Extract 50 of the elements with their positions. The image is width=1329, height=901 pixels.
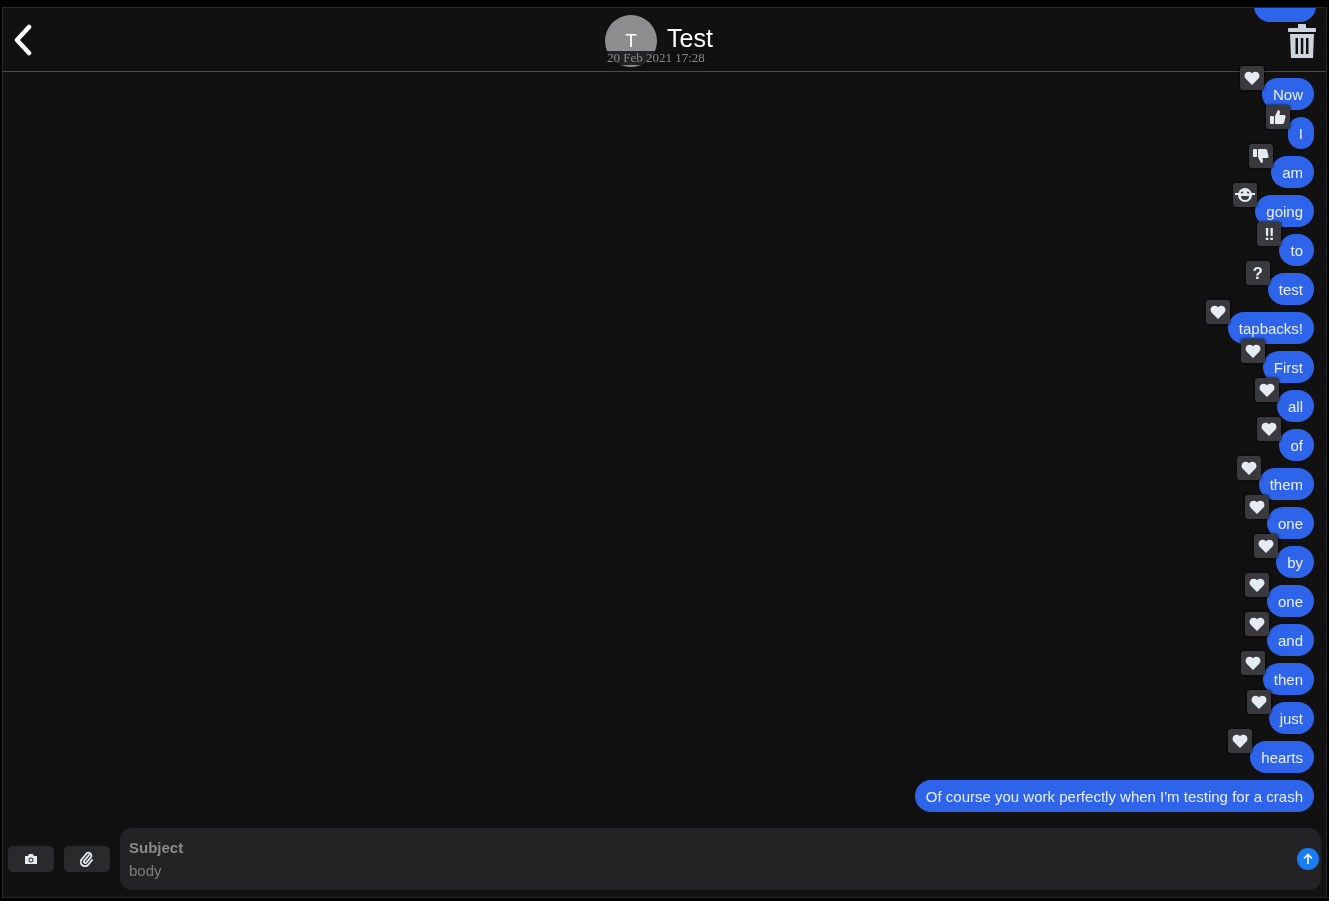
heart-icon [1244, 344, 1261, 358]
message-text: to [1290, 241, 1303, 259]
message-field[interactable]: Subject body [120, 828, 1321, 890]
send-button[interactable] [1297, 848, 1319, 870]
chevron-left-icon [12, 23, 34, 56]
message-text: Now [1273, 85, 1303, 103]
delete-button[interactable] [1288, 23, 1316, 58]
message-text: then [1273, 670, 1303, 688]
heart-icon [1248, 578, 1265, 592]
message-text: one [1277, 514, 1303, 532]
message-text: one [1277, 592, 1303, 610]
message-date: 20 Feb 2021 17:28 [605, 51, 707, 65]
contact-name: Test [667, 23, 713, 53]
heart-icon [1258, 539, 1275, 553]
message-text: them [1269, 475, 1303, 493]
message-text: First [1273, 358, 1303, 376]
heart-icon [1250, 695, 1267, 709]
message-text: tapbacks! [1238, 319, 1303, 337]
message-text: and [1277, 631, 1303, 649]
message-text: all [1288, 397, 1303, 415]
trash-icon [1288, 23, 1316, 58]
avatar-initial: T [625, 30, 637, 52]
heart-icon [1209, 305, 1226, 319]
reaction-glyph: ? [1252, 264, 1263, 282]
subject-field[interactable]: Subject [129, 836, 1202, 859]
arrow-up-icon [1302, 853, 1314, 865]
camera-icon [24, 853, 38, 865]
heart-icon [1248, 500, 1265, 514]
message-text: test [1278, 280, 1303, 298]
message-text: am [1282, 163, 1303, 181]
message-text: I [1298, 124, 1303, 142]
message-text: of [1290, 436, 1303, 454]
heart-icon [1244, 656, 1261, 670]
body-field[interactable]: body [129, 859, 1202, 882]
heart-icon [1244, 71, 1260, 85]
attach-button[interactable] [64, 846, 110, 872]
message-text: by [1287, 553, 1303, 571]
back-button[interactable] [12, 23, 34, 56]
heart-icon [1261, 422, 1278, 436]
reaction-glyph: ‼ [1264, 225, 1275, 243]
camera-button[interactable] [8, 846, 54, 872]
heart-icon [1248, 617, 1265, 631]
paperclip-icon [80, 851, 94, 867]
message-text: hearts [1261, 748, 1303, 766]
message-text: going [1266, 202, 1303, 220]
heart-icon [1240, 461, 1257, 475]
heart-icon [1259, 383, 1275, 397]
message-text: Of course you work perfectly when I'm testing for a crash [925, 787, 1303, 805]
heart-icon [1232, 734, 1249, 748]
message-text: just [1279, 709, 1303, 727]
